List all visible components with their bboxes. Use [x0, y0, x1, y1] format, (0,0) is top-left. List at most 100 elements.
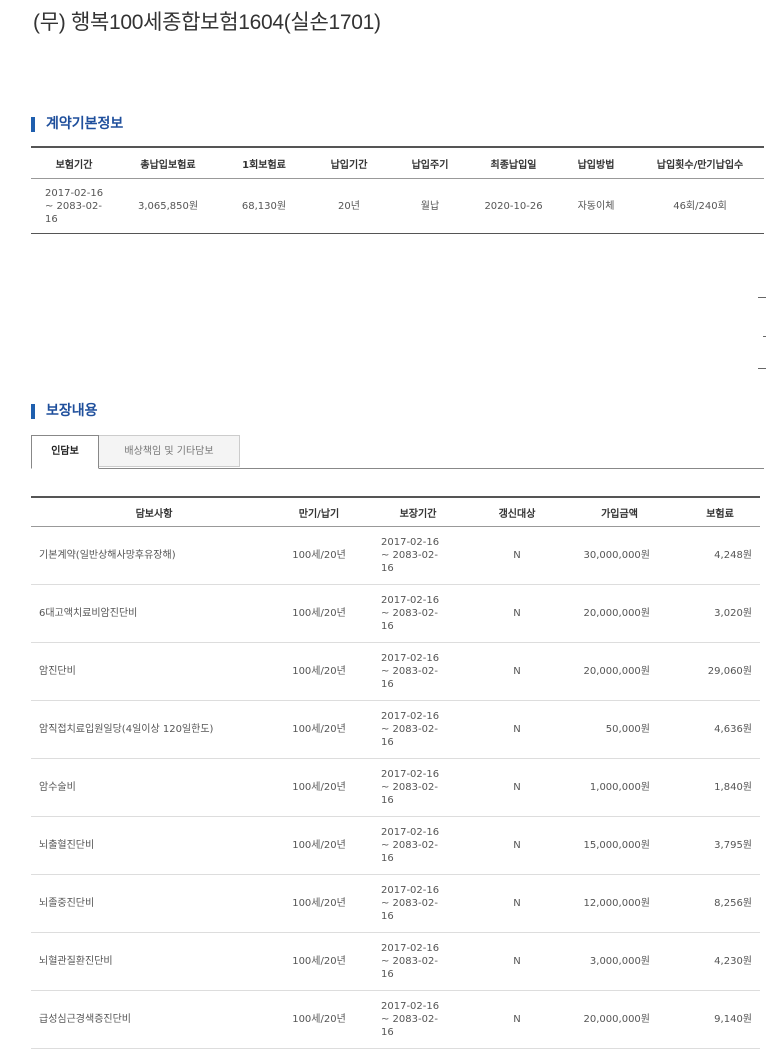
tab-person-coverage[interactable]: 인담보: [31, 435, 99, 469]
column-header: 납입방법: [556, 147, 636, 179]
period-start: 2017-02-16: [381, 943, 440, 954]
premium-cell: 8,256원: [680, 874, 760, 933]
payment-method-cell: 자동이체: [556, 178, 636, 234]
premium-cell: 4,230원: [680, 932, 760, 991]
contract-basic-info-heading: 계약기본정보: [31, 117, 123, 132]
period-start: 2017-02-16: [381, 827, 440, 838]
insured-amount-cell: 30,000,000원: [559, 526, 680, 585]
coverage-period-cell: 2017-02-16 ~ 2083-02- 16: [361, 874, 475, 933]
period-end-day: 16: [381, 853, 394, 864]
coverage-period-cell: 2017-02-16 ~ 2083-02- 16: [361, 816, 475, 875]
coverage-period-cell: 2017-02-16 ~ 2083-02- 16: [361, 642, 475, 701]
column-header: 최종납입일: [471, 147, 556, 179]
insured-amount-cell: 20,000,000원: [559, 584, 680, 643]
period-start: 2017-02-16: [381, 711, 440, 722]
table-row: 2017-02-16 ~ 2083-02- 16 3,065,850원 68,1…: [31, 178, 764, 234]
renewal-cell: N: [475, 816, 559, 875]
side-mark: [758, 368, 766, 369]
maturity-term-cell: 100세/20년: [277, 874, 361, 933]
coverage-period-cell: 2017-02-16 ~ 2083-02- 16: [361, 526, 475, 585]
period-start: 2017-02-16: [381, 885, 440, 896]
maturity-term-cell: 100세/20년: [277, 584, 361, 643]
insured-amount-cell: 15,000,000원: [559, 816, 680, 875]
coverage-name-cell: 뇌출혈진단비: [31, 816, 277, 875]
period-end-day: 16: [381, 911, 394, 922]
coverage-table: 담보사항 만기/납기 보장기간 갱신대상 가입금액 보험료 기본계약(일반상해사…: [31, 496, 760, 1049]
column-header: 납입횟수/만기납입수: [636, 147, 764, 179]
premium-cell: 29,060원: [680, 642, 760, 701]
renewal-cell: N: [475, 642, 559, 701]
coverage-name-cell: 급성심근경색증진단비: [31, 990, 277, 1049]
table-row: 급성심근경색증진단비 100세/20년 2017-02-16 ~ 2083-02- 16…: [31, 990, 760, 1049]
column-header: 납입주기: [389, 147, 471, 179]
period-end: ~ 2083-02-: [381, 956, 438, 967]
maturity-term-cell: 100세/20년: [277, 526, 361, 585]
maturity-term-cell: 100세/20년: [277, 932, 361, 991]
contract-basic-info-table: 보험기간 총납입보험료 1회보험료 납입기간 납입주기 최종납입일 납입방법 납…: [31, 146, 764, 234]
premium-cell: 9,140원: [680, 990, 760, 1049]
payment-count-cell: 46회/240회: [636, 178, 764, 234]
column-header: 보험료: [680, 497, 760, 527]
coverage-period-cell: 2017-02-16 ~ 2083-02- 16: [361, 932, 475, 991]
renewal-cell: N: [475, 526, 559, 585]
premium-cell: 4,636원: [680, 700, 760, 759]
coverage-name-cell: 기본계약(일반상해사망후유장해): [31, 526, 277, 585]
period-end-day: 16: [381, 1027, 394, 1038]
insured-amount-cell: 1,000,000원: [559, 758, 680, 817]
period-start: 2017-02-16: [381, 1001, 440, 1012]
coverage-period-cell: 2017-02-16 ~ 2083-02- 16: [361, 758, 475, 817]
coverage-period-cell: 2017-02-16 ~ 2083-02- 16: [361, 990, 475, 1049]
coverage-name-cell: 6대고액치료비암진단비: [31, 584, 277, 643]
side-mark: [763, 336, 766, 337]
period-start: 2017-02-16: [381, 653, 440, 664]
period-end: ~ 2083-02-: [381, 840, 438, 851]
period-start: 2017-02-16: [381, 595, 440, 606]
column-header: 갱신대상: [475, 497, 559, 527]
period-end-day: 16: [381, 679, 394, 690]
period-end-day: 16: [45, 213, 58, 225]
premium-per-payment-cell: 68,130원: [219, 178, 309, 234]
insured-amount-cell: 12,000,000원: [559, 874, 680, 933]
maturity-term-cell: 100세/20년: [277, 642, 361, 701]
column-header: 담보사항: [31, 497, 277, 527]
period-end: ~ 2083-02-: [381, 550, 438, 561]
total-paid-cell: 3,065,850원: [117, 178, 219, 234]
period-end: ~ 2083-02-: [381, 1014, 438, 1025]
last-paid-date-cell: 2020-10-26: [471, 178, 556, 234]
column-header: 만기/납기: [277, 497, 361, 527]
period-start: 2017-02-16: [45, 187, 104, 199]
coverage-name-cell: 암수술비: [31, 758, 277, 817]
table-header-row: 담보사항 만기/납기 보장기간 갱신대상 가입금액 보험료: [31, 497, 760, 527]
table-row: 뇌출혈진단비 100세/20년 2017-02-16 ~ 2083-02- 16 N 15,…: [31, 816, 760, 875]
coverage-tabs: 인담보 배상책임 및 기타담보: [31, 435, 764, 469]
insured-amount-cell: 20,000,000원: [559, 642, 680, 701]
table-header-row: 보험기간 총납입보험료 1회보험료 납입기간 납입주기 최종납입일 납입방법 납…: [31, 147, 764, 179]
maturity-term-cell: 100세/20년: [277, 700, 361, 759]
table-row: 뇌혈관질환진단비 100세/20년 2017-02-16 ~ 2083-02- 16 N 3…: [31, 932, 760, 991]
column-header: 1회보험료: [219, 147, 309, 179]
period-start: 2017-02-16: [381, 769, 440, 780]
period-end-day: 16: [381, 969, 394, 980]
coverage-name-cell: 뇌졸중진단비: [31, 874, 277, 933]
coverage-heading: 보장내용: [31, 404, 98, 419]
column-header: 보장기간: [361, 497, 475, 527]
period-end: ~ 2083-02-: [45, 200, 102, 212]
period-end: ~ 2083-02-: [381, 782, 438, 793]
insured-amount-cell: 50,000원: [559, 700, 680, 759]
coverage-period-cell: 2017-02-16 ~ 2083-02- 16: [361, 584, 475, 643]
renewal-cell: N: [475, 584, 559, 643]
insured-amount-cell: 20,000,000원: [559, 990, 680, 1049]
table-row: 암진단비 100세/20년 2017-02-16 ~ 2083-02- 16 N 20,00…: [31, 642, 760, 701]
table-row: 암수술비 100세/20년 2017-02-16 ~ 2083-02- 16 N 1,000…: [31, 758, 760, 817]
table-row: 기본계약(일반상해사망후유장해) 100세/20년 2017-02-16 ~ 2083…: [31, 526, 760, 585]
page-title: (무) 행복100세종합보험1604(실손1701): [33, 11, 381, 34]
insurance-period-cell: 2017-02-16 ~ 2083-02- 16: [31, 178, 117, 234]
table-row: 6대고액치료비암진단비 100세/20년 2017-02-16 ~ 2083-02- 1…: [31, 584, 760, 643]
premium-cell: 3,795원: [680, 816, 760, 875]
renewal-cell: N: [475, 758, 559, 817]
period-end: ~ 2083-02-: [381, 898, 438, 909]
table-row: 암직접치료입원일당(4일이상 120일한도) 100세/20년 2017-02-16…: [31, 700, 760, 759]
payment-cycle-cell: 월납: [389, 178, 471, 234]
side-mark: [758, 297, 766, 298]
tab-liability-other-coverage[interactable]: 배상책임 및 기타담보: [99, 435, 240, 467]
